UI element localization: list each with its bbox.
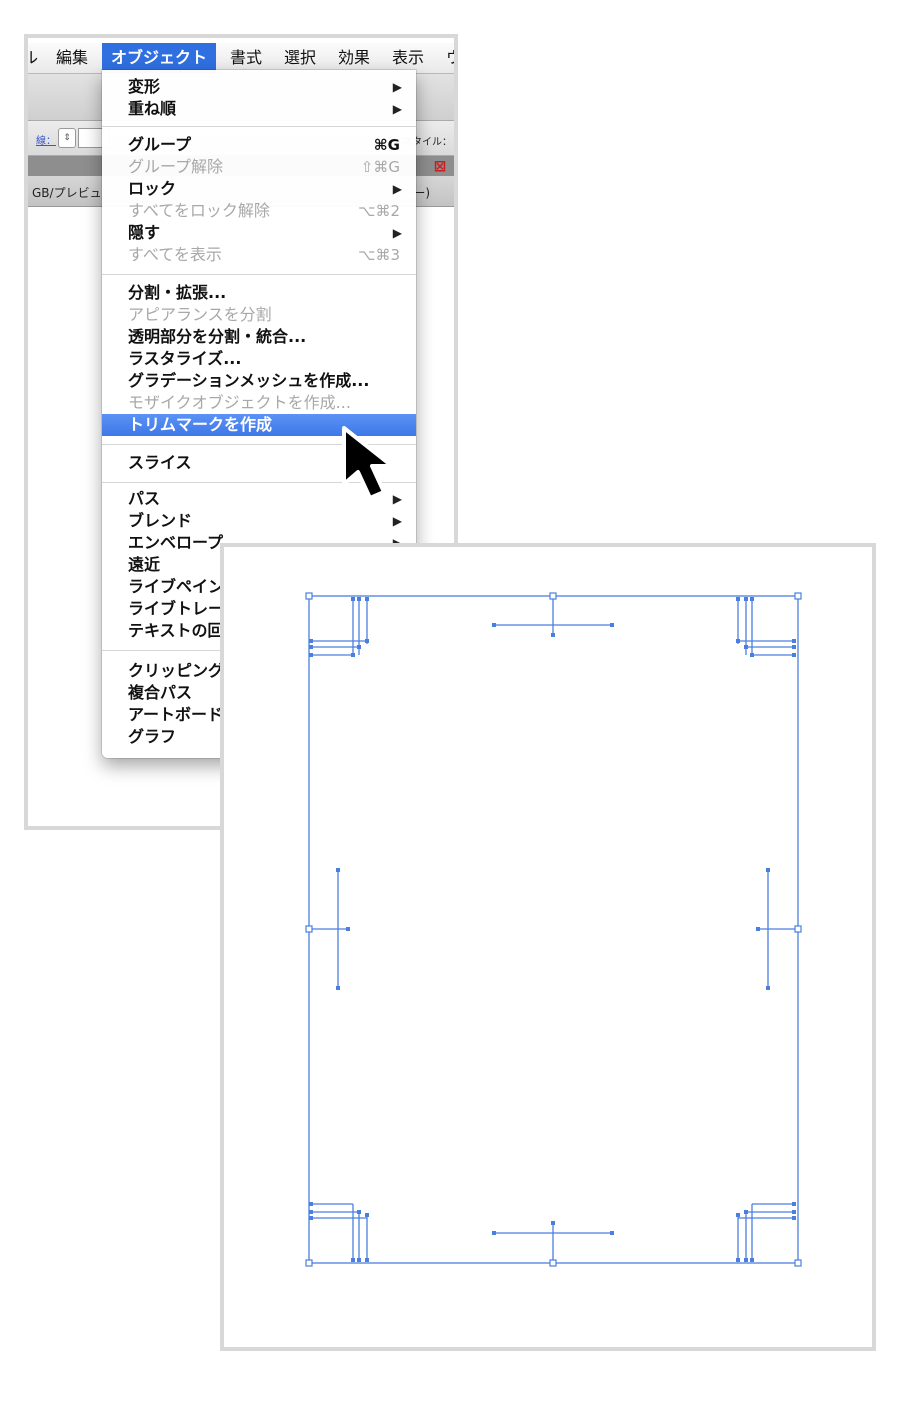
menu-item-transform[interactable]: 変形 ▶ <box>102 76 416 98</box>
stroke-stepper[interactable]: ⇕ <box>58 128 76 148</box>
menu-item-mosaic[interactable]: モザイクオブジェクトを作成... <box>102 392 416 414</box>
submenu-arrow-icon: ▶ <box>392 182 402 196</box>
pdf-icon[interactable]: ⊠ <box>432 157 448 175</box>
submenu-arrow-icon: ▶ <box>392 226 402 240</box>
menu-item-show-all[interactable]: すべてを表示 ⌥⌘3 <box>102 244 416 266</box>
menu-object[interactable]: オブジェクト <box>102 43 217 73</box>
menu-view[interactable]: 表示 <box>392 48 424 68</box>
selection-handle <box>305 1259 313 1267</box>
menu-item-ungroup[interactable]: グループ解除 ⇧⌘G <box>102 156 416 178</box>
menu-item-hide[interactable]: 隠す ▶ <box>102 222 416 244</box>
menu-type[interactable]: 書式 <box>230 48 262 68</box>
selection-bounding-box <box>308 595 799 1264</box>
menu-select[interactable]: 選択 <box>284 48 316 68</box>
menu-item-expand[interactable]: 分割・拡張... <box>102 282 416 304</box>
menu-window[interactable]: ウ <box>446 48 454 68</box>
menu-item-unlock-all[interactable]: すべてをロック解除 ⌥⌘2 <box>102 200 416 222</box>
selection-handle <box>794 592 802 600</box>
menu-item-rasterize[interactable]: ラスタライズ... <box>102 348 416 370</box>
shortcut-label: ⇧⌘G <box>360 158 400 176</box>
selection-handle <box>549 1259 557 1267</box>
menu-separator <box>102 126 416 127</box>
menu-separator <box>102 274 416 275</box>
submenu-arrow-icon: ▶ <box>392 514 402 528</box>
menu-edit[interactable]: 編集 <box>56 48 88 68</box>
shortcut-label: ⌥⌘3 <box>358 246 400 264</box>
menu-window-partial[interactable]: ル <box>28 48 38 68</box>
menu-item-expand-appearance[interactable]: アピアランスを分割 <box>102 304 416 326</box>
selection-handle <box>305 592 313 600</box>
shortcut-label: ⌘G <box>373 136 400 154</box>
selection-handle <box>794 1259 802 1267</box>
submenu-arrow-icon: ▶ <box>392 102 402 116</box>
trim-marks-artwork[interactable] <box>224 547 872 1347</box>
trim-marks-screenshot <box>220 543 876 1351</box>
selection-handle <box>549 592 557 600</box>
shortcut-label: ⌥⌘2 <box>358 202 400 220</box>
selection-handle <box>305 925 313 933</box>
selection-handle <box>794 925 802 933</box>
menu-item-group[interactable]: グループ ⌘G <box>102 134 416 156</box>
mouse-cursor-icon <box>342 426 394 500</box>
menu-item-blend[interactable]: ブレンド ▶ <box>102 510 416 532</box>
stroke-label[interactable]: 線： <box>36 132 56 147</box>
menu-item-arrange[interactable]: 重ね順 ▶ <box>102 98 416 120</box>
menu-item-gradient-mesh[interactable]: グラデーションメッシュを作成... <box>102 370 416 392</box>
submenu-arrow-icon: ▶ <box>392 80 402 94</box>
document-tab-label[interactable]: GB/プレビュ <box>32 184 102 201</box>
menu-item-lock[interactable]: ロック ▶ <box>102 178 416 200</box>
menu-effect[interactable]: 効果 <box>338 48 370 68</box>
menu-item-flatten-transparency[interactable]: 透明部分を分割・統合... <box>102 326 416 348</box>
